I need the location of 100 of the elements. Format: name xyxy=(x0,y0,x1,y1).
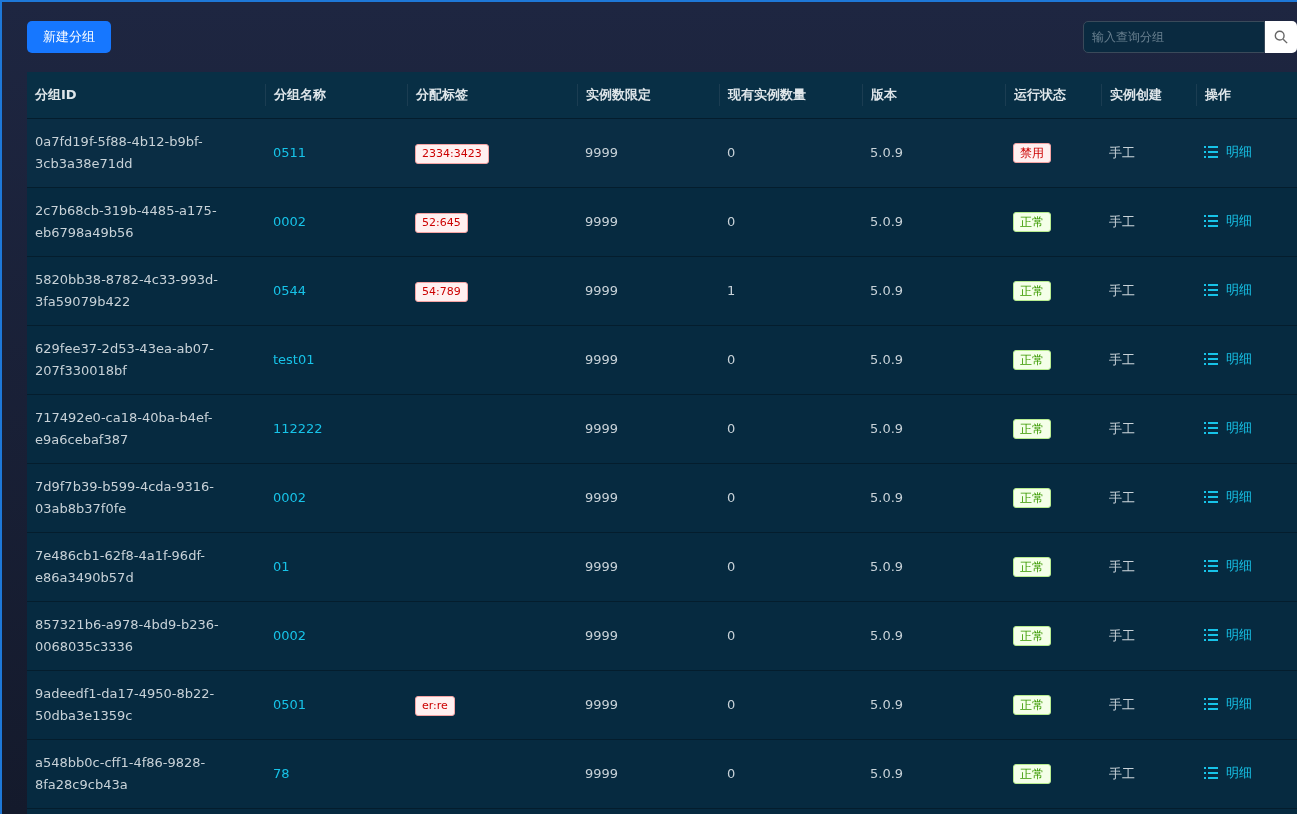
status-badge: 正常 xyxy=(1013,281,1051,301)
version: 5.0.9 xyxy=(870,766,904,782)
status-badge: 正常 xyxy=(1013,626,1051,646)
tag: 2334:3423 xyxy=(415,143,489,164)
instance-count: 0 xyxy=(727,559,736,575)
column-header: 版本 xyxy=(871,86,897,105)
column-header: 实例数限定 xyxy=(586,86,651,105)
status-badge: 正常 xyxy=(1013,419,1051,439)
instance-limit: 9999 xyxy=(585,421,619,437)
tag: 52:645 xyxy=(415,212,468,233)
instance-limit: 9999 xyxy=(585,559,619,575)
version: 5.0.9 xyxy=(870,145,904,161)
creation-type: 手工 xyxy=(1109,766,1135,782)
group-id: 9adeedf1-da17-4950-8b22-50dba3e1359c xyxy=(35,685,216,725)
column-header: 操作 xyxy=(1205,86,1231,105)
version: 5.0.9 xyxy=(870,214,904,230)
group-id: a548bb0c-cff1-4f86-9828-8fa28c9cb43a xyxy=(35,754,207,794)
instance-limit: 9999 xyxy=(585,283,619,299)
version: 5.0.9 xyxy=(870,352,904,368)
instance-count: 0 xyxy=(727,628,736,644)
instance-count: 0 xyxy=(727,421,736,437)
group-id: 629fee37-2d53-43ea-ab07-207f330018bf xyxy=(35,340,216,380)
list-icon xyxy=(1204,629,1218,642)
creation-type: 手工 xyxy=(1109,490,1135,506)
group-name-link[interactable]: 0002 xyxy=(273,214,307,230)
new-group-button[interactable]: 新建分组 xyxy=(27,21,111,53)
detail-link[interactable]: 明细 xyxy=(1204,625,1252,645)
group-id: 7e486cb1-62f8-4a1f-96df-e86a3490b57d xyxy=(35,547,206,587)
status-badge: 正常 xyxy=(1013,488,1051,508)
instance-count: 1 xyxy=(727,283,736,299)
group-name-link[interactable]: 01 xyxy=(273,559,290,575)
version: 5.0.9 xyxy=(870,421,904,437)
detail-link[interactable]: 明细 xyxy=(1204,142,1252,162)
status-badge: 禁用 xyxy=(1013,143,1051,163)
search-icon xyxy=(1274,30,1288,44)
version: 5.0.9 xyxy=(870,490,904,506)
column-header: 实例创建 xyxy=(1110,86,1162,105)
group-name-link[interactable]: test01 xyxy=(273,352,315,368)
creation-type: 手工 xyxy=(1109,559,1135,575)
group-id: 0a7fd19f-5f88-4b12-b9bf-3cb3a38e71dd xyxy=(35,133,204,173)
instance-limit: 9999 xyxy=(585,766,619,782)
detail-link[interactable]: 明细 xyxy=(1204,280,1252,300)
detail-link[interactable]: 明细 xyxy=(1204,211,1252,231)
search-field[interactable]: 输入查询分组 xyxy=(1083,21,1265,53)
status-badge: 正常 xyxy=(1013,212,1051,232)
detail-link[interactable]: 明细 xyxy=(1204,487,1252,507)
instance-count: 0 xyxy=(727,352,736,368)
version: 5.0.9 xyxy=(870,697,904,713)
list-icon xyxy=(1204,767,1218,780)
instance-count: 0 xyxy=(727,766,736,782)
instance-count: 0 xyxy=(727,145,736,161)
search-button[interactable] xyxy=(1265,21,1297,53)
creation-type: 手工 xyxy=(1109,145,1135,161)
version: 5.0.9 xyxy=(870,628,904,644)
list-icon xyxy=(1204,284,1218,297)
instance-limit: 9999 xyxy=(585,145,619,161)
group-name-link[interactable]: 112222 xyxy=(273,421,323,437)
list-icon xyxy=(1204,491,1218,504)
list-icon xyxy=(1204,560,1218,573)
list-icon xyxy=(1204,146,1218,159)
column-header: 分配标签 xyxy=(416,86,468,105)
detail-link[interactable]: 明细 xyxy=(1204,556,1252,576)
instance-limit: 9999 xyxy=(585,490,619,506)
instance-count: 0 xyxy=(727,697,736,713)
group-name-link[interactable]: 78 xyxy=(273,766,290,782)
instance-limit: 9999 xyxy=(585,697,619,713)
status-badge: 正常 xyxy=(1013,764,1051,784)
column-header: 运行状态 xyxy=(1014,86,1066,105)
group-name-link[interactable]: 0501 xyxy=(273,697,307,713)
creation-type: 手工 xyxy=(1109,214,1135,230)
detail-link[interactable]: 明细 xyxy=(1204,418,1252,438)
status-badge: 正常 xyxy=(1013,557,1051,577)
column-header: 现有实例数量 xyxy=(728,86,806,105)
column-header: 分组名称 xyxy=(274,86,326,105)
group-id: 5820bb38-8782-4c33-993d-3fa59079b422 xyxy=(35,271,219,311)
group-name-link[interactable]: 0002 xyxy=(273,628,307,644)
detail-link[interactable]: 明细 xyxy=(1204,349,1252,369)
group-name-link[interactable]: 0002 xyxy=(273,490,307,506)
list-icon xyxy=(1204,422,1218,435)
group-id: 7d9f7b39-b599-4cda-9316-03ab8b37f0fe xyxy=(35,478,215,518)
list-icon xyxy=(1204,353,1218,366)
tag: 54:789 xyxy=(415,281,468,302)
column-header: 分组ID xyxy=(35,86,77,105)
group-name-link[interactable]: 0511 xyxy=(273,145,307,161)
version: 5.0.9 xyxy=(870,283,904,299)
creation-type: 手工 xyxy=(1109,697,1135,713)
group-id: 717492e0-ca18-40ba-b4ef-e9a6cebaf387 xyxy=(35,409,214,449)
detail-link[interactable]: 明细 xyxy=(1204,763,1252,783)
instance-limit: 9999 xyxy=(585,628,619,644)
instance-limit: 9999 xyxy=(585,214,619,230)
group-name-link[interactable]: 0544 xyxy=(273,283,307,299)
instance-limit: 9999 xyxy=(585,352,619,368)
creation-type: 手工 xyxy=(1109,628,1135,644)
group-id: 2c7b68cb-319b-4485-a175-eb6798a49b56 xyxy=(35,202,218,242)
creation-type: 手工 xyxy=(1109,421,1135,437)
list-icon xyxy=(1204,698,1218,711)
detail-link[interactable]: 明细 xyxy=(1204,694,1252,714)
group-id: 857321b6-a978-4bd9-b236-0068035c3336 xyxy=(35,616,220,656)
status-badge: 正常 xyxy=(1013,695,1051,715)
creation-type: 手工 xyxy=(1109,283,1135,299)
